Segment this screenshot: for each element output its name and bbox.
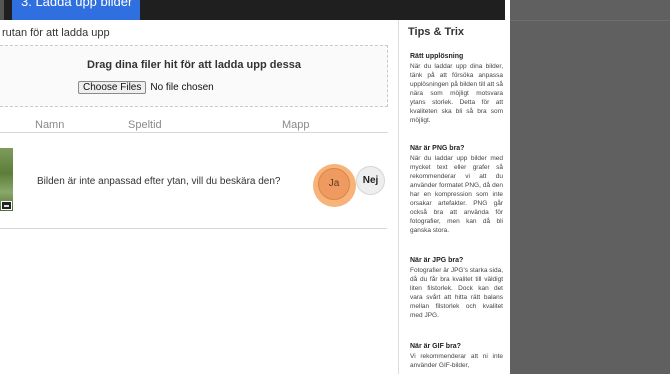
choose-files-button[interactable]: Choose Files bbox=[78, 81, 147, 94]
column-header-duration[interactable]: Speltid bbox=[128, 119, 162, 131]
tab-upload-images[interactable]: 3. Ladda upp bilder bbox=[12, 0, 140, 20]
tab-previous[interactable] bbox=[0, 0, 4, 20]
tip-heading: När är JPG bra? bbox=[410, 257, 464, 264]
tip-jpg: När är JPG bra? Fotografier är JPG's sta… bbox=[410, 256, 503, 320]
tip-heading: När är PNG bra? bbox=[410, 145, 465, 152]
column-header-folder[interactable]: Mapp bbox=[282, 119, 310, 131]
overlay-divider bbox=[510, 20, 670, 21]
sidebar-title: Tips & Trix bbox=[408, 26, 465, 38]
tip-body: Vi rekommenderar att ni inte använder GI… bbox=[410, 353, 503, 369]
no-crop-button[interactable]: Nej bbox=[356, 166, 385, 195]
upload-instruction: rutan för att ladda upp bbox=[2, 27, 110, 39]
tip-resolution: Rätt upplösning När du laddar upp dina b… bbox=[410, 52, 503, 125]
tab-upload-images-label: 3. Ladda upp bilder bbox=[21, 0, 133, 9]
file-status: No file chosen bbox=[150, 82, 214, 93]
file-input: Choose Files No file chosen bbox=[78, 81, 214, 94]
crop-question: Bilden är inte anpassad efter ytan, vill… bbox=[37, 176, 281, 187]
dropzone-title: Drag dina filer hit för att ladda upp de… bbox=[87, 59, 301, 71]
yes-crop-button[interactable]: Ja bbox=[318, 168, 350, 200]
row-divider bbox=[0, 228, 387, 229]
column-header-name[interactable]: Namn bbox=[35, 119, 64, 131]
tip-body: När du laddar upp bilder med mycket text… bbox=[410, 155, 503, 234]
sidebar-divider bbox=[398, 20, 399, 374]
table-header: Namn Speltid Mapp bbox=[0, 119, 388, 133]
header-divider bbox=[0, 132, 388, 133]
tip-gif: När är GIF bra? Vi rekommenderar att ni … bbox=[410, 342, 503, 370]
tip-heading: När är GIF bra? bbox=[410, 343, 461, 350]
dimmed-overlay bbox=[510, 0, 670, 374]
tip-heading: Rätt upplösning bbox=[410, 53, 464, 60]
top-nav-bar: 3. Ladda upp bilder bbox=[0, 0, 505, 20]
tip-body: Fotografier är JPG's starka sida, då du … bbox=[410, 267, 503, 319]
file-dropzone[interactable]: Drag dina filer hit för att ladda upp de… bbox=[0, 45, 388, 107]
tips-sidebar: Tips & Trix Rätt upplösning När du ladda… bbox=[404, 20, 505, 374]
image-type-icon bbox=[1, 201, 12, 210]
tip-png: När är PNG bra? När du laddar upp bilder… bbox=[410, 144, 503, 235]
tip-body: När du laddar upp dina bilder, tänk på a… bbox=[410, 63, 503, 124]
